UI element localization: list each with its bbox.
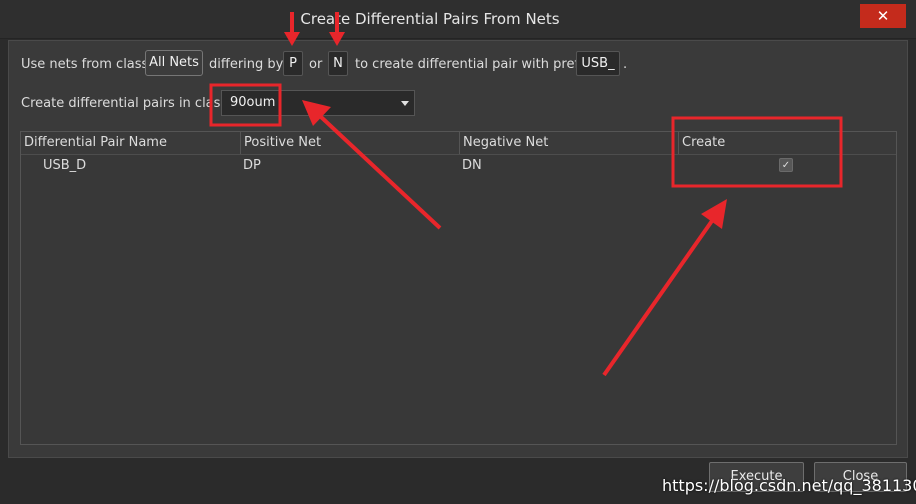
arrow-n-head (329, 32, 345, 46)
arrow-class-shaft (318, 114, 442, 230)
arrows (284, 12, 727, 377)
annotation-overlay (209, 12, 843, 377)
create-highlight-box (671, 116, 843, 188)
arrow-p-head (284, 32, 300, 46)
class-highlight-box (209, 83, 282, 127)
arrow-create-head (701, 199, 727, 229)
highlight-boxes (209, 83, 843, 188)
arrow-create-shaft (602, 216, 716, 377)
